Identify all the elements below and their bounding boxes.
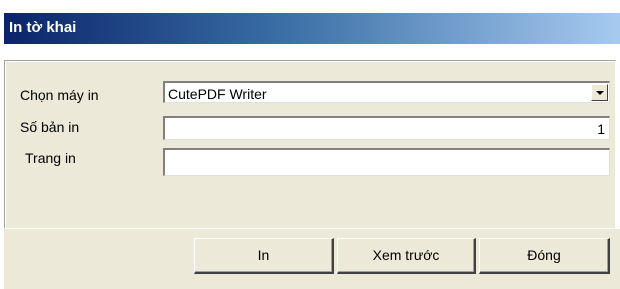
copies-input[interactable]: 1	[163, 116, 610, 140]
button-bar: In Xem trước Đóng	[4, 229, 620, 289]
printer-dropdown-button[interactable]	[591, 84, 608, 101]
chevron-down-icon	[596, 91, 604, 95]
printer-select[interactable]: CutePDF Writer	[163, 81, 610, 103]
copies-label: Số bản in	[20, 119, 80, 135]
printer-label: Chọn máy in	[20, 87, 99, 103]
copies-input-value: 1	[597, 121, 605, 137]
preview-button[interactable]: Xem trước	[337, 238, 476, 274]
preview-button-label: Xem trước	[372, 247, 440, 263]
close-button[interactable]: Đóng	[479, 238, 610, 274]
print-dialog: In tờ khai Chọn máy in CutePDF Writer Số…	[0, 0, 620, 289]
printer-select-value: CutePDF Writer	[168, 86, 267, 102]
form-panel: Chọn máy in CutePDF Writer Số bản in 1 T…	[4, 60, 616, 229]
pages-input[interactable]	[163, 148, 610, 176]
print-button-label: In	[257, 247, 270, 263]
print-button[interactable]: In	[194, 238, 334, 274]
title-bar: In tờ khai	[4, 13, 620, 44]
window-title: In tờ khai	[9, 19, 77, 36]
close-button-label: Đóng	[527, 247, 561, 263]
pages-label: Trang in	[25, 150, 76, 166]
